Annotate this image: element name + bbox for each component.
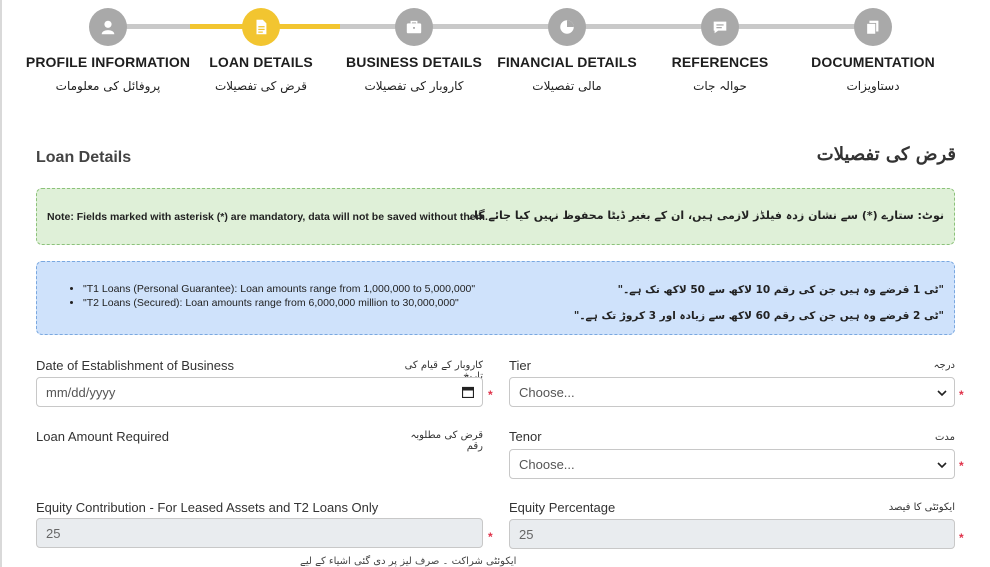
required-mark: * bbox=[959, 459, 964, 473]
required-mark: * bbox=[488, 530, 493, 544]
step-circle bbox=[854, 8, 892, 46]
mandatory-note-text-ur: نوٹ: ستارے (*) سے نشان زدہ فیلڈز لازمی ہ… bbox=[467, 209, 944, 222]
page-title: Loan Details bbox=[36, 149, 132, 166]
briefcase-icon bbox=[406, 20, 422, 34]
step-documentation[interactable]: DOCUMENTATION دستاویزات bbox=[783, 8, 963, 93]
required-mark: * bbox=[959, 388, 964, 402]
tier-label-ur: درجہ bbox=[933, 360, 955, 371]
step-circle bbox=[701, 8, 739, 46]
loan-amount-label: Loan Amount Required bbox=[36, 429, 169, 444]
pie-chart-icon bbox=[560, 20, 574, 34]
step-circle bbox=[395, 8, 433, 46]
equity-percentage-value: 25 bbox=[519, 526, 534, 542]
equity-contribution-input[interactable]: 25 bbox=[36, 518, 483, 548]
tier-selected-value: Choose... bbox=[519, 384, 575, 400]
step-label: DOCUMENTATION bbox=[811, 54, 935, 70]
establishment-date-label: Date of Establishment of Business bbox=[36, 358, 234, 373]
chevron-down-icon bbox=[937, 390, 947, 397]
equity-percentage-input[interactable]: 25 bbox=[509, 519, 955, 549]
required-mark: * bbox=[488, 388, 493, 402]
equity-percentage-label-ur: ایکوئٹی کا فیصد bbox=[888, 502, 955, 513]
loan-amount-label-ur: قرض کی مطلوبہ رقم bbox=[410, 430, 483, 452]
list-item: "T1 Loans (Personal Guarantee): Loan amo… bbox=[83, 283, 475, 295]
tier-label: Tier bbox=[509, 358, 531, 373]
equity-contribution-label: Equity Contribution - For Leased Assets … bbox=[36, 500, 379, 515]
files-icon bbox=[866, 20, 879, 35]
calendar-icon[interactable] bbox=[462, 386, 474, 398]
tenor-select[interactable]: Choose... bbox=[509, 449, 955, 479]
page-title-ur: قرض کی تفصیلات bbox=[816, 144, 956, 165]
loan-info-text-ur: "ٹی 1 قرضے وہ ہیں جن کی رقم 10 لاکھ سے 5… bbox=[617, 284, 944, 296]
loan-info-list: "T1 Loans (Personal Guarantee): Loan amo… bbox=[83, 283, 475, 311]
tier-select[interactable]: Choose... bbox=[509, 377, 955, 407]
step-circle bbox=[89, 8, 127, 46]
user-icon bbox=[101, 20, 115, 35]
tenor-label: Tenor bbox=[509, 429, 542, 444]
required-mark: * bbox=[959, 531, 964, 545]
loan-info-note: "T1 Loans (Personal Guarantee): Loan amo… bbox=[36, 261, 955, 335]
mandatory-note-text: Note: Fields marked with asterisk (*) ar… bbox=[47, 211, 488, 223]
mandatory-note: Note: Fields marked with asterisk (*) ar… bbox=[36, 188, 955, 245]
step-circle bbox=[548, 8, 586, 46]
progress-stepper: PROFILE INFORMATION پروفائل کی معلومات L… bbox=[0, 0, 990, 110]
equity-contribution-value: 25 bbox=[46, 525, 61, 541]
loan-info-text-ur: "ٹی 2 قرضے وہ ہیں جن کی رقم 60 لاکھ سے ز… bbox=[573, 310, 944, 322]
date-placeholder: mm/dd/yyyy bbox=[46, 384, 116, 400]
establishment-date-input[interactable]: mm/dd/yyyy bbox=[36, 377, 483, 407]
chat-icon bbox=[713, 21, 727, 34]
step-circle-active bbox=[242, 8, 280, 46]
equity-contribution-hint-ur: ایکوئٹی شراکت ۔ صرف لیز پر دی گئی اشیاء … bbox=[300, 556, 517, 567]
step-label-ur: دستاویزات bbox=[846, 79, 900, 93]
document-icon bbox=[256, 19, 267, 35]
chevron-down-icon bbox=[937, 462, 947, 469]
equity-percentage-label: Equity Percentage bbox=[509, 500, 616, 515]
list-item: "T2 Loans (Secured): Loan amounts range … bbox=[83, 297, 475, 309]
tenor-selected-value: Choose... bbox=[519, 456, 575, 472]
tenor-label-ur: مدت bbox=[934, 432, 955, 443]
